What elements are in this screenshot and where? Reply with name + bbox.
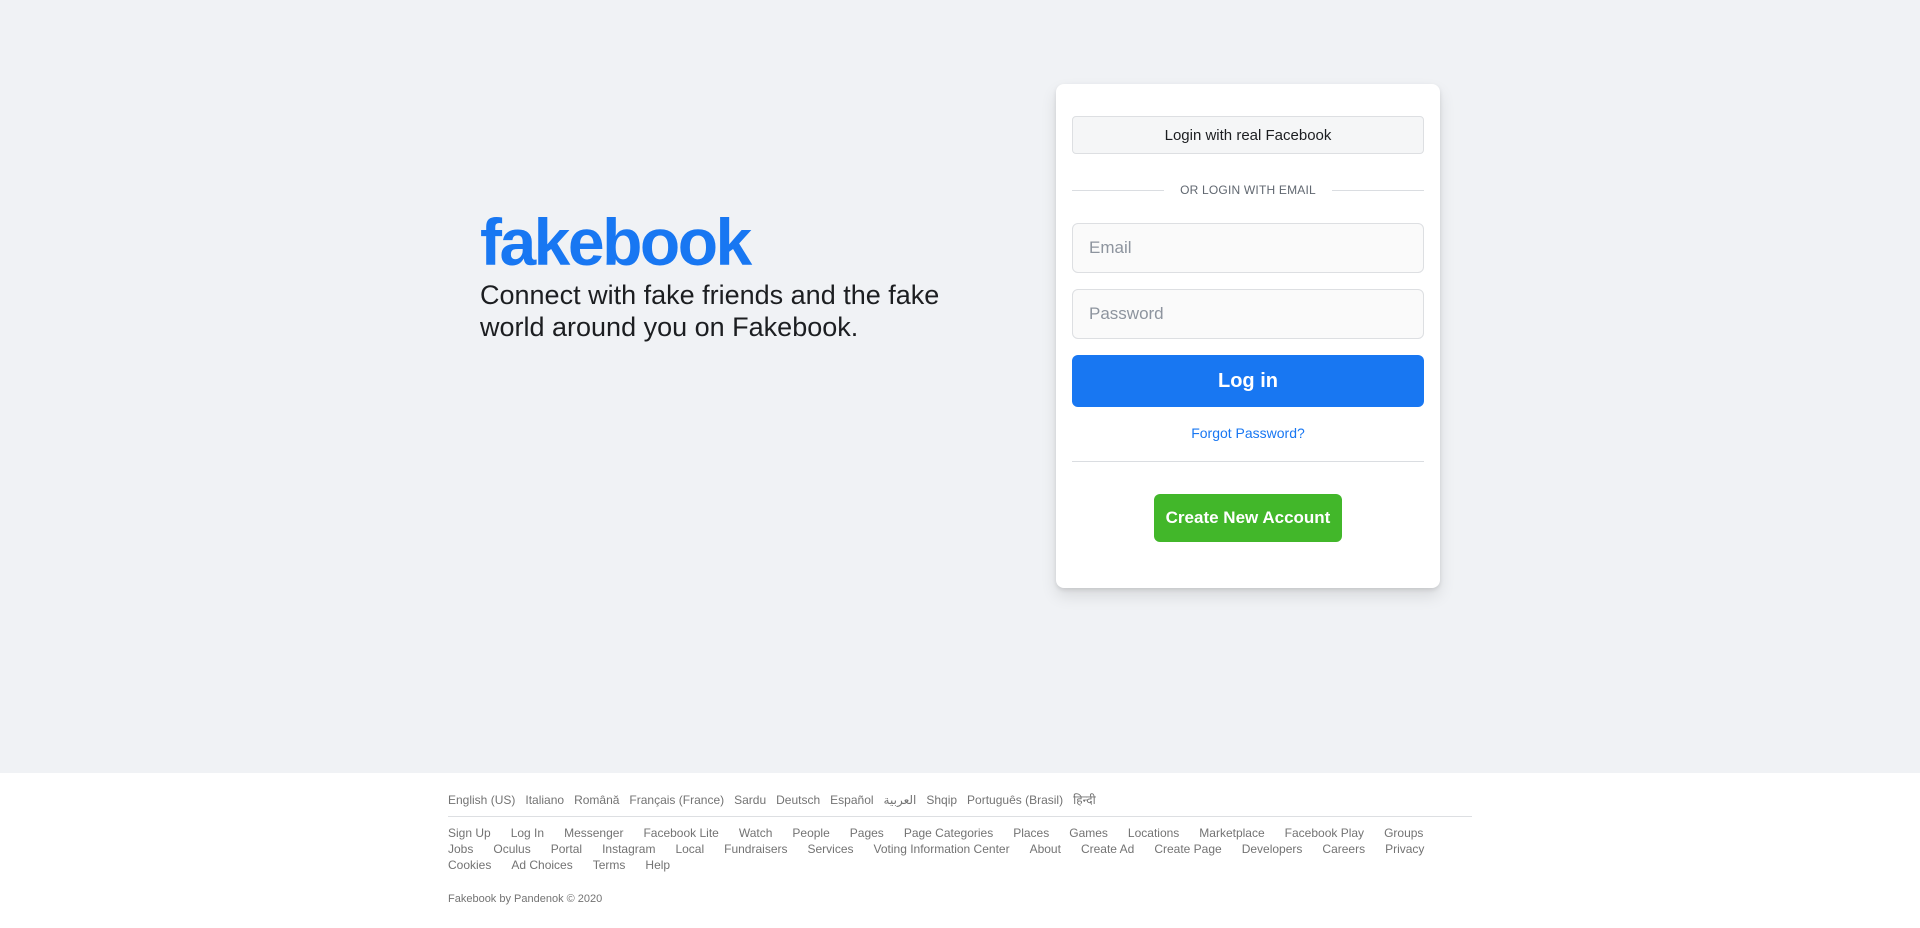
or-divider: OR LOGIN WITH EMAIL <box>1072 182 1424 198</box>
forgot-password-link[interactable]: Forgot Password? <box>1072 425 1424 441</box>
footer-link[interactable]: Watch <box>739 825 773 841</box>
email-field[interactable] <box>1072 223 1424 273</box>
language-link[interactable]: English (US) <box>448 792 515 808</box>
language-link[interactable]: Sardu <box>734 792 766 808</box>
footer-link[interactable]: Messenger <box>564 825 623 841</box>
language-link[interactable]: Español <box>830 792 873 808</box>
divider-line-right <box>1331 189 1424 191</box>
language-link[interactable]: हिन्दी <box>1073 792 1096 808</box>
main-area: fakebook Connect with fake friends and t… <box>0 0 1920 773</box>
footer-link[interactable]: Marketplace <box>1199 825 1264 841</box>
footer-link[interactable]: Portal <box>551 841 582 857</box>
footer-link[interactable]: Careers <box>1322 841 1365 857</box>
brand-section: fakebook Connect with fake friends and t… <box>480 205 1000 343</box>
footer-link[interactable]: Facebook Play <box>1285 825 1364 841</box>
fakebook-logo[interactable]: fakebook <box>480 205 1000 279</box>
login-real-facebook-button[interactable]: Login with real Facebook <box>1072 116 1424 154</box>
password-field[interactable] <box>1072 289 1424 339</box>
language-link[interactable]: Shqip <box>926 792 957 808</box>
footer-link[interactable]: Instagram <box>602 841 655 857</box>
copyright: Fakebook by Pandenok © 2020 <box>448 893 603 905</box>
language-link[interactable]: Italiano <box>525 792 564 808</box>
footer-link[interactable]: Local <box>675 841 704 857</box>
footer-link[interactable]: Create Ad <box>1081 841 1134 857</box>
footer-link[interactable]: Sign Up <box>448 825 491 841</box>
footer-link[interactable]: About <box>1030 841 1061 857</box>
footer-link[interactable]: Help <box>645 857 670 873</box>
footer-link[interactable]: Privacy <box>1385 841 1424 857</box>
language-link[interactable]: Deutsch <box>776 792 820 808</box>
card-separator <box>1072 461 1424 462</box>
language-link[interactable]: Français (France) <box>629 792 724 808</box>
footer-link[interactable]: Services <box>807 841 853 857</box>
footer-links: Sign Up Log In Messenger Facebook Lite Watch… <box>448 825 1458 873</box>
divider-text: OR LOGIN WITH EMAIL <box>1180 183 1316 197</box>
footer-link[interactable]: Create Page <box>1154 841 1221 857</box>
footer-link[interactable]: Page Categories <box>904 825 993 841</box>
login-card: Login with real Facebook OR LOGIN WITH E… <box>1056 84 1440 588</box>
footer-link[interactable]: Log In <box>511 825 544 841</box>
footer-link[interactable]: Pages <box>850 825 884 841</box>
tagline: Connect with fake friends and the fake w… <box>480 280 940 342</box>
language-list: English (US) Italiano Română Français (Fran… <box>448 792 1472 808</box>
create-account-button[interactable]: Create New Account <box>1154 494 1342 542</box>
footer-link[interactable]: Locations <box>1128 825 1179 841</box>
footer-link[interactable]: Jobs <box>448 841 473 857</box>
language-link[interactable]: العربية <box>884 792 917 808</box>
footer-link[interactable]: Terms <box>593 857 626 873</box>
footer-link[interactable]: Places <box>1013 825 1049 841</box>
footer: English (US) Italiano Română Français (Fran… <box>0 773 1920 928</box>
footer-link[interactable]: Ad Choices <box>511 857 572 873</box>
footer-link[interactable]: Games <box>1069 825 1108 841</box>
footer-link[interactable]: Groups <box>1384 825 1423 841</box>
divider-line-left <box>1072 189 1165 191</box>
language-link[interactable]: Română <box>574 792 619 808</box>
footer-link[interactable]: Cookies <box>448 857 491 873</box>
footer-content: English (US) Italiano Română Français (Fran… <box>448 792 1472 905</box>
footer-link[interactable]: Facebook Lite <box>643 825 718 841</box>
footer-link[interactable]: Fundraisers <box>724 841 787 857</box>
footer-link[interactable]: Oculus <box>493 841 530 857</box>
login-button[interactable]: Log in <box>1072 355 1424 407</box>
footer-link[interactable]: Voting Information Center <box>874 841 1010 857</box>
footer-separator <box>448 816 1472 817</box>
language-link[interactable]: Português (Brasil) <box>967 792 1063 808</box>
footer-link[interactable]: Developers <box>1242 841 1303 857</box>
footer-link[interactable]: People <box>792 825 829 841</box>
